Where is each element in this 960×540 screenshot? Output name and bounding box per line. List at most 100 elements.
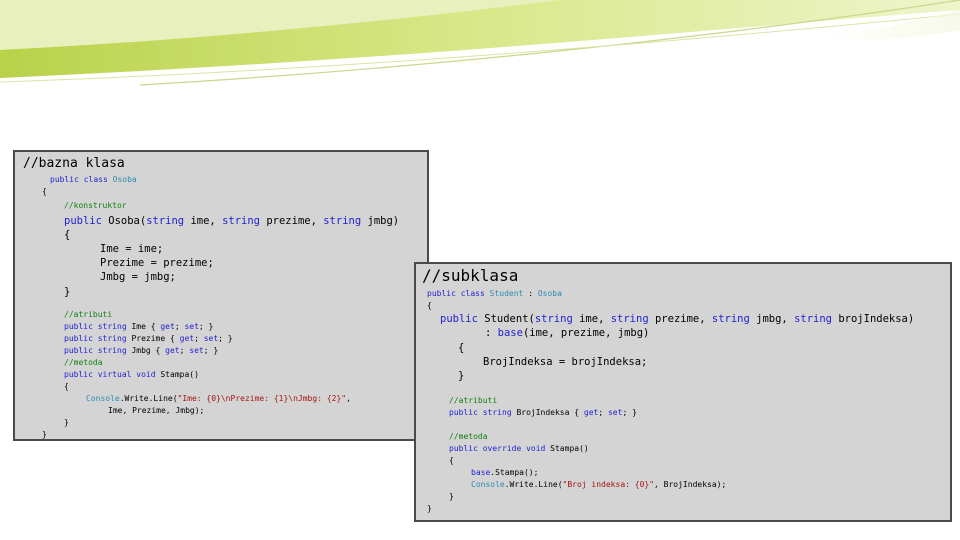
code-token: {	[458, 342, 465, 354]
code-token: {	[64, 229, 71, 241]
code-token: }	[64, 286, 71, 298]
subclass-code-line: }	[449, 493, 454, 501]
code-token: public	[64, 322, 93, 331]
code-token: string	[97, 334, 127, 343]
code-token: string	[610, 313, 649, 325]
subclass-code-line: public Student(string ime, string prezim…	[440, 314, 914, 325]
code-token: string	[146, 215, 185, 227]
base-class-code-line: public string Ime { get; set; }	[64, 323, 213, 331]
code-token: jmbg)	[361, 215, 400, 227]
code-token: virtual	[97, 370, 132, 379]
code-token: }	[449, 492, 454, 501]
code-token: Jmbg = jmbg;	[100, 271, 176, 283]
subclass-code-line: //atributi	[449, 397, 497, 405]
base-class-code-line: Prezime = prezime;	[100, 258, 214, 269]
code-token: {	[449, 456, 454, 465]
code-token: "Broj indeksa: {0}"	[562, 480, 655, 489]
base-class-code-line: //atributi	[64, 311, 112, 319]
code-token: ime,	[184, 215, 223, 227]
code-token: , BrojIndeksa);	[654, 480, 727, 489]
code-token: public	[64, 215, 102, 227]
code-token: string	[97, 346, 127, 355]
code-token: base	[497, 327, 523, 339]
code-token: string	[794, 313, 833, 325]
code-token: base	[471, 468, 491, 477]
code-token: string	[97, 322, 127, 331]
subclass-code-line: }	[458, 371, 464, 382]
code-token: }	[42, 430, 47, 439]
base-class-code-line: }	[64, 287, 70, 298]
subclass-code-line: BrojIndeksa = brojIndeksa;	[483, 357, 647, 368]
code-token: (ime, prezime, jmbg)	[522, 327, 650, 339]
base-class-code-line: {	[42, 188, 47, 196]
base-class-code-panel: //bazna klasa public class Osoba{//konst…	[13, 150, 429, 441]
code-token: :	[523, 289, 538, 298]
base-class-code-line: Ime, Prezime, Jmbg);	[108, 407, 204, 415]
code-token: prezime,	[260, 215, 324, 227]
base-class-code-line: {	[64, 230, 70, 241]
code-token: set	[184, 322, 199, 331]
subclass-code-line: base.Stampa();	[471, 469, 538, 477]
code-token: ime,	[572, 313, 611, 325]
code-token: get	[160, 322, 175, 331]
code-token: {	[42, 187, 47, 196]
code-token: }	[458, 370, 465, 382]
code-token: //metoda	[449, 432, 488, 441]
code-token: Ime, Prezime, Jmbg);	[108, 406, 205, 415]
subclass-code-line: public class Student : Osoba	[427, 290, 562, 298]
code-token: prezime,	[648, 313, 712, 325]
code-token: //konstruktor	[64, 201, 127, 210]
code-token: get	[179, 334, 195, 343]
subclass-code-line: {	[458, 343, 464, 354]
code-token: ;	[179, 346, 190, 355]
header-swoosh-decoration	[0, 0, 960, 86]
code-token: .Write.Line(	[119, 394, 178, 403]
code-token: Osoba(	[101, 215, 147, 227]
code-token: class	[83, 175, 108, 184]
code-token: Stampa()	[545, 444, 589, 453]
base-class-code-line: //metoda	[64, 359, 103, 367]
subclass-code-line: Console.Write.Line("Broj indeksa: {0}", …	[471, 481, 726, 489]
code-token: ; }	[622, 408, 637, 417]
code-token: public	[50, 175, 79, 184]
code-token: ;	[194, 334, 204, 343]
base-class-code-line: public virtual void Stampa()	[64, 371, 199, 379]
code-token: ;	[174, 322, 185, 331]
code-token: public	[449, 444, 478, 453]
code-token: .Write.Line(	[504, 480, 563, 489]
code-token: public	[427, 289, 456, 298]
base-class-code-line: {	[64, 383, 69, 391]
base-class-code-line: public string Jmbg { get; set; }	[64, 347, 218, 355]
subclass-code-line: public override void Stampa()	[449, 445, 589, 453]
code-token: .Stampa();	[490, 468, 539, 477]
code-token: void	[526, 444, 546, 453]
base-class-code-line: public class Osoba	[50, 176, 137, 184]
code-token: brojIndeksa)	[832, 313, 915, 325]
code-token: get	[583, 408, 599, 417]
code-token: public	[64, 370, 93, 379]
code-token: Stampa()	[155, 370, 199, 379]
base-class-code-line: Ime = ime;	[100, 244, 163, 255]
code-token: Prezime {	[126, 334, 180, 343]
code-token: "Ime: {0}\nPrezime: {1}\nJmbg: {2}"	[177, 394, 347, 403]
code-token: }	[64, 418, 69, 427]
subclass-code-line: }	[427, 505, 432, 513]
subclass-code-line: : base(ime, prezime, jmbg)	[485, 328, 649, 339]
subclass-code-line: {	[427, 302, 432, 310]
code-token: string	[482, 408, 512, 417]
base-class-header: //bazna klasa	[23, 156, 125, 171]
code-token: Console	[471, 480, 505, 489]
subclass-header: //subklasa	[422, 266, 519, 285]
code-token: set	[203, 334, 219, 343]
code-token: void	[136, 370, 156, 379]
code-token: class	[460, 289, 485, 298]
code-token: jmbg,	[749, 313, 795, 325]
code-token: Ime {	[126, 322, 161, 331]
subclass-code-line: public string BrojIndeksa { get; set; }	[449, 409, 637, 417]
code-token: public	[440, 313, 478, 325]
code-token: public	[64, 334, 93, 343]
code-token: //atributi	[64, 310, 113, 319]
code-token: BrojIndeksa = brojIndeksa;	[483, 356, 648, 368]
code-token: //atributi	[449, 396, 498, 405]
code-token: ;	[598, 408, 608, 417]
